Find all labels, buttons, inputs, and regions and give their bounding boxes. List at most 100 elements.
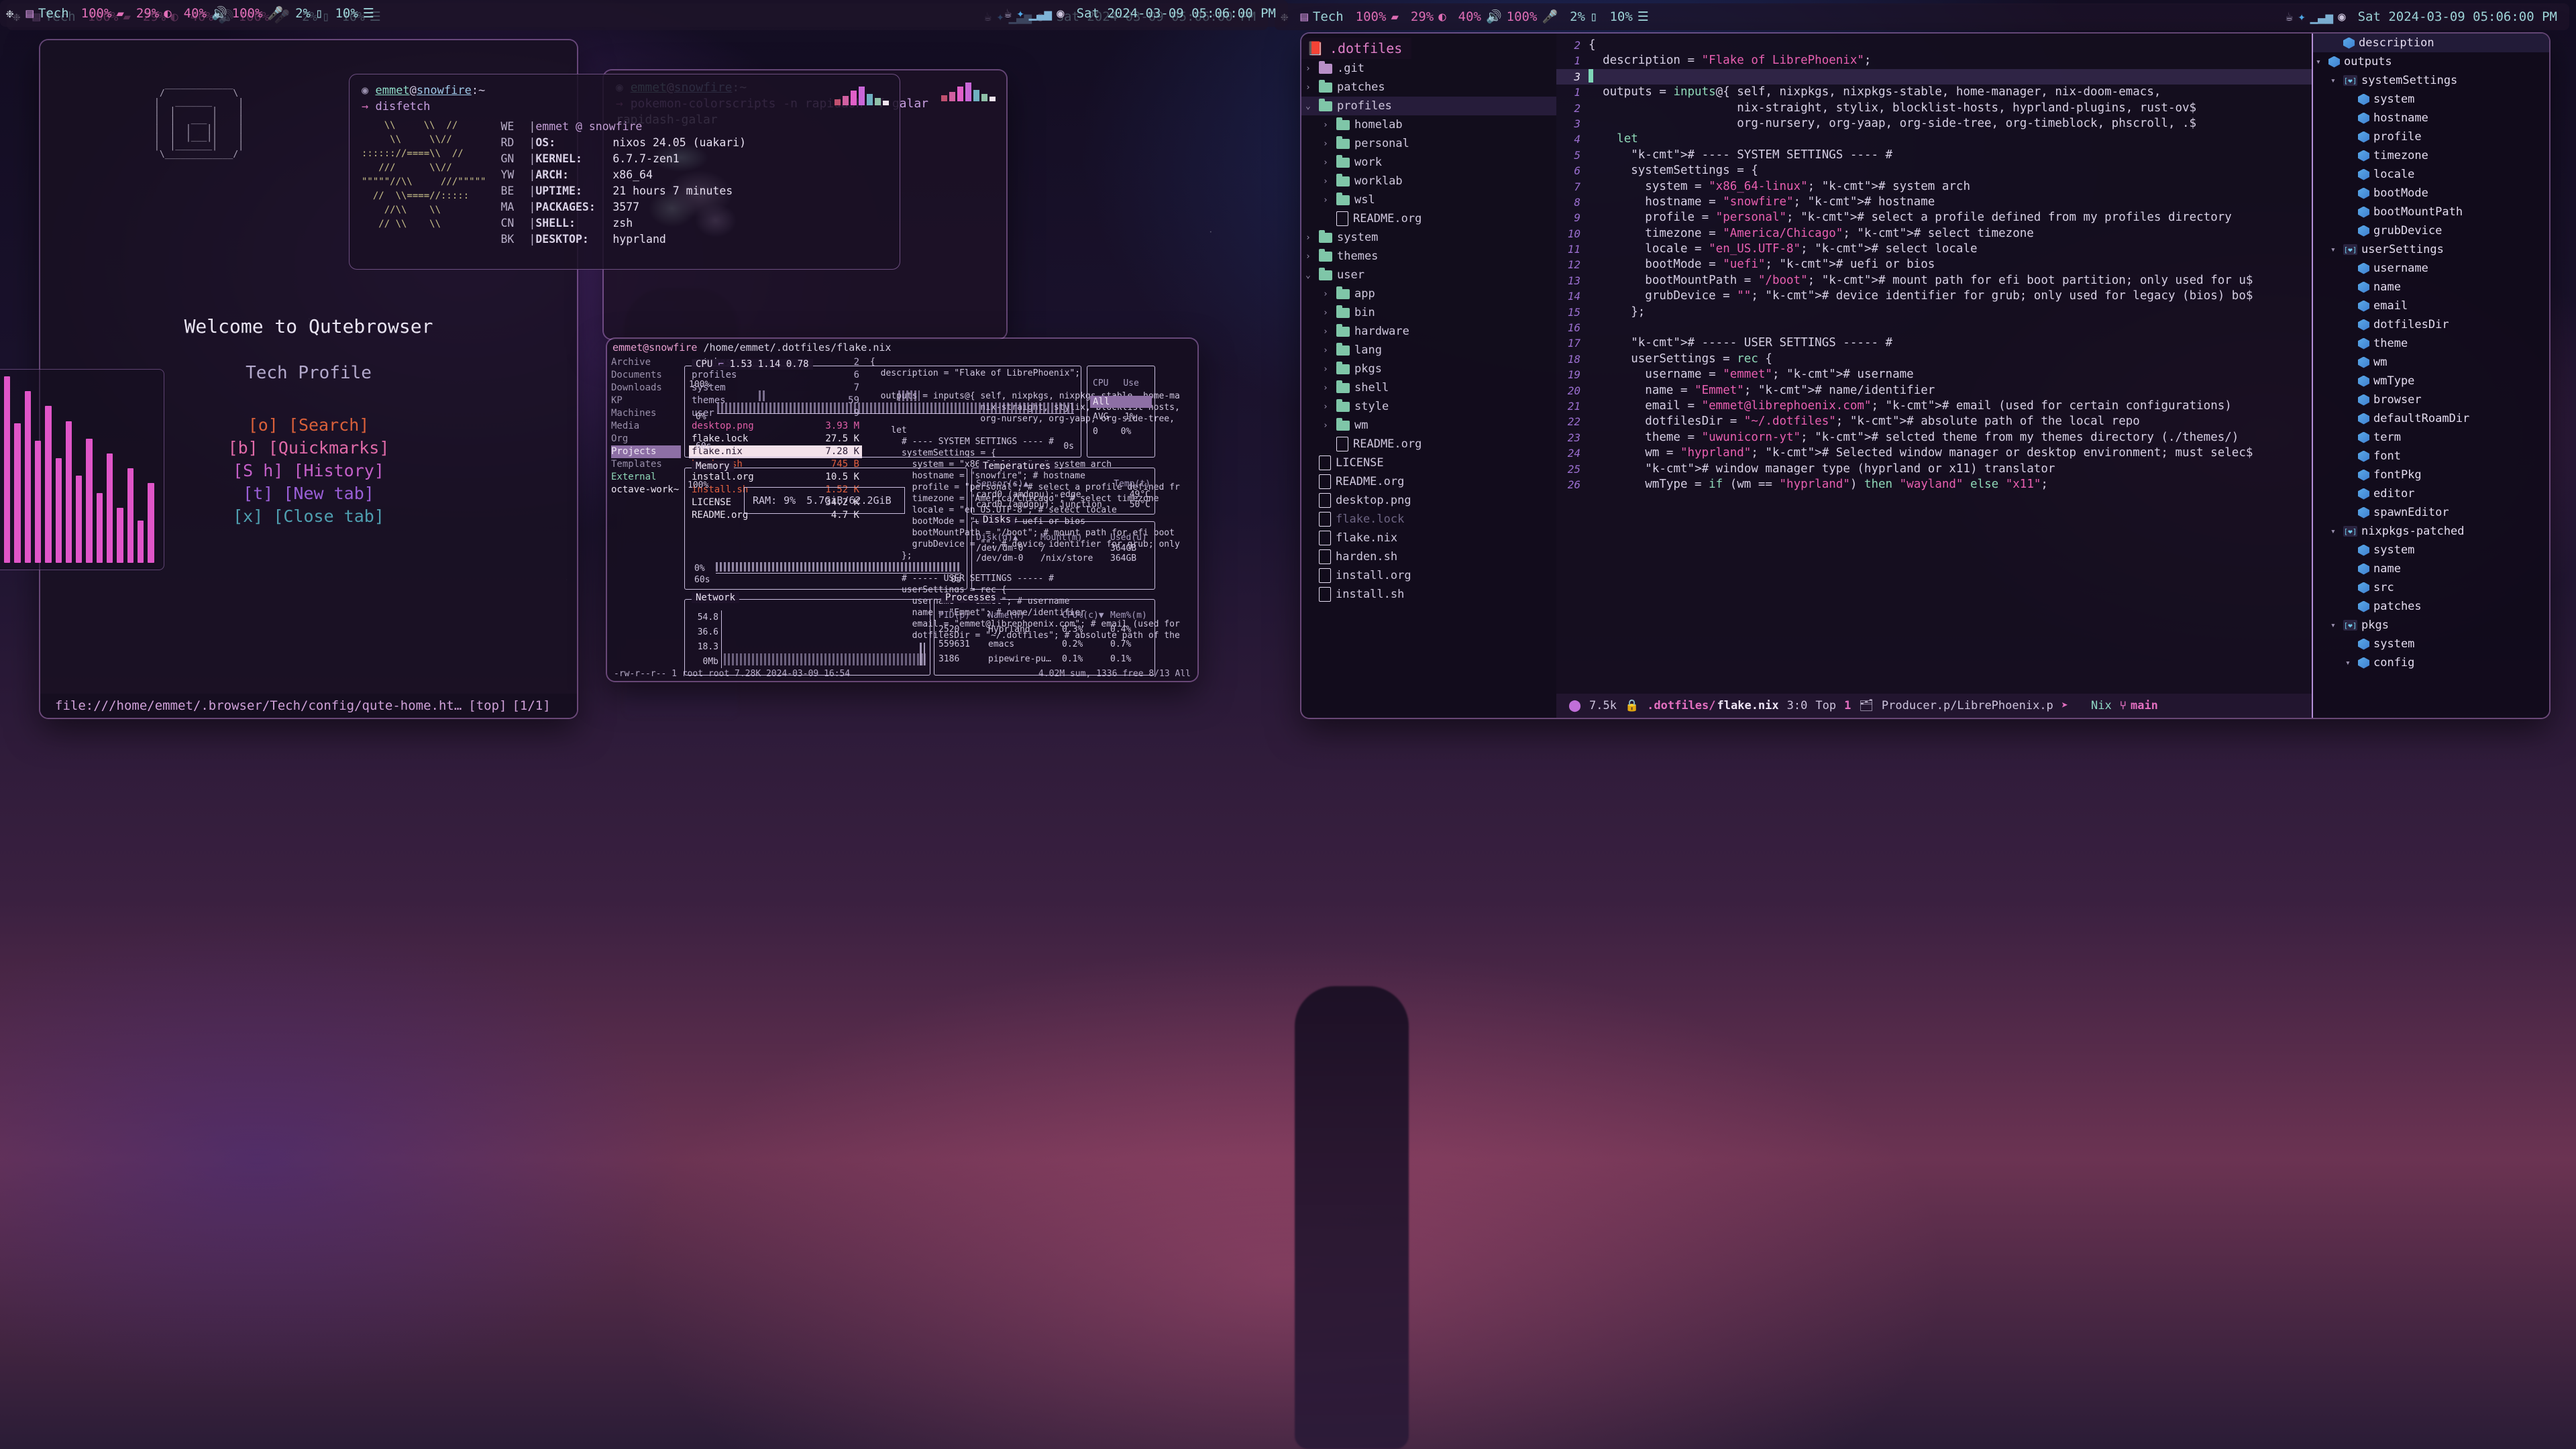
imenu-node[interactable]: font [2313, 447, 2549, 466]
treemacs-node[interactable]: › homelab [1301, 115, 1556, 134]
ranger-parent-item[interactable]: Media [611, 420, 681, 433]
chevron-icon[interactable]: ▾ [2330, 76, 2339, 86]
code-line[interactable]: 1 description = "Flake of LibrePhoenix"; [1556, 53, 2312, 68]
imenu-node[interactable]: wmType [2313, 372, 2549, 390]
memory-widget-2[interactable]: 10% ☰ [1603, 9, 1654, 24]
chevron-icon[interactable]: ▾ [2330, 527, 2339, 537]
treemacs-node[interactable]: desktop.png [1301, 491, 1556, 510]
chevron-icon[interactable]: › [1323, 289, 1332, 299]
cpu-widget-3[interactable]: 2% ▯ [289, 6, 329, 21]
treemacs-node[interactable]: › shell [1301, 378, 1556, 397]
imenu-node[interactable]: hostname [2313, 109, 2549, 127]
battery-widget-3[interactable]: 100% ▰ [75, 6, 130, 21]
chevron-icon[interactable]: › [1323, 158, 1332, 168]
volume-widget-3[interactable]: 40% 🔊 100% 🎤 [178, 6, 289, 21]
imenu-node[interactable]: locale [2313, 165, 2549, 184]
code-line[interactable]: 11 locale = "en_US.UTF-8"; "k-cmt"># sel… [1556, 241, 2312, 257]
treemacs-node-list[interactable]: › .git › patches ⌄ profiles › homelab › personal ›… [1301, 59, 1556, 604]
chevron-icon[interactable]: › [1323, 176, 1332, 186]
ranger-parent-item[interactable]: Documents [611, 369, 681, 382]
chevron-icon[interactable]: › [1323, 327, 1332, 337]
treemacs-node[interactable]: install.org [1301, 566, 1556, 585]
ranger-parent-item[interactable]: Machines [611, 407, 681, 420]
chevron-icon[interactable]: › [1305, 83, 1314, 93]
code-line[interactable]: 25 "k-cmt"># window manager type (hyprla… [1556, 462, 2312, 477]
treemacs-node[interactable]: flake.nix [1301, 529, 1556, 547]
imenu-node[interactable]: ▾ [❤] systemSettings [2313, 71, 2549, 90]
imenu-node[interactable]: system [2313, 635, 2549, 653]
treemacs-node[interactable]: › work [1301, 153, 1556, 172]
chevron-icon[interactable]: › [1323, 383, 1332, 393]
imenu-node[interactable]: theme [2313, 334, 2549, 353]
code-line[interactable]: 3 org-nursery, org-yaap, org-side-tree, … [1556, 116, 2312, 131]
chevron-icon[interactable]: ▾ [2316, 57, 2324, 67]
code-line[interactable]: 20 name = "Emmet"; "k-cmt"># name/identi… [1556, 383, 2312, 398]
btop-disks-panel[interactable]: Disks Disk(d)▲ Mount(m) Used(u) /dev/dm-… [971, 515, 1155, 590]
treemacs-node[interactable]: install.sh [1301, 585, 1556, 604]
brightness-widget-2[interactable]: 29% ◐ [1405, 9, 1452, 24]
treemacs-node[interactable]: README.org [1301, 435, 1556, 453]
ranger-parent-item[interactable]: Archive [611, 356, 681, 369]
imenu-node[interactable]: src [2313, 578, 2549, 597]
treemacs-node[interactable]: LICENSE [1301, 453, 1556, 472]
treemacs-project-title[interactable]: 📕 .dotfiles [1301, 38, 1412, 59]
btop-memory-panel[interactable]: Memory 100% 0% RAM: 9% 5.7GiB/62.2GiB 60… [684, 461, 967, 590]
btop-system-monitor[interactable]: CPU ⌐ 1.53 1.14 0.78 100% 0% 60s 0s CPU … [684, 359, 1181, 701]
code-line[interactable]: 23 theme = "uwunicorn-yt"; "k-cmt"># sel… [1556, 430, 2312, 445]
treemacs-node[interactable]: harden.sh [1301, 547, 1556, 566]
code-line[interactable]: 26 wmType = if (wm == "hyprland") then "… [1556, 477, 2312, 492]
chevron-icon[interactable]: › [1323, 195, 1332, 205]
imenu-node[interactable]: ▾ outputs [2313, 52, 2549, 71]
imenu-node[interactable]: wm [2313, 353, 2549, 372]
ranger-parent-item[interactable]: Templates [611, 458, 681, 471]
code-line[interactable]: 4 let [1556, 131, 2312, 147]
code-line[interactable]: 14 grubDevice = ""; "k-cmt"># device ide… [1556, 288, 2312, 304]
code-line[interactable]: 21 email = "emmet@librephoenix.com"; "k-… [1556, 398, 2312, 414]
workspace-indicator-3[interactable]: ▤ Tech [19, 6, 74, 21]
imenu-node[interactable]: bootMountPath [2313, 203, 2549, 221]
treemacs-node[interactable]: › pkgs [1301, 360, 1556, 378]
chevron-icon[interactable]: ⌄ [1305, 101, 1314, 111]
imenu-node[interactable]: profile [2313, 127, 2549, 146]
imenu-node[interactable]: term [2313, 428, 2549, 447]
emacs-code-lines[interactable]: 2{1 description = "Flake of LibrePhoenix… [1556, 34, 2312, 492]
treemacs-node[interactable]: flake.lock [1301, 510, 1556, 529]
code-line[interactable]: 17 "k-cmt"># ----- USER SETTINGS ----- # [1556, 335, 2312, 351]
btop-cpu-use-panel[interactable]: CPU Use All AVG 1% 0 0% [1087, 366, 1155, 458]
nix-logo-3[interactable]: ❉ [0, 7, 19, 20]
code-line[interactable]: 9 profile = "personal"; "k-cmt"># select… [1556, 210, 2312, 225]
code-line[interactable]: 15 }; [1556, 305, 2312, 320]
brightness-widget-3[interactable]: 29% ◐ [130, 6, 178, 21]
workspace-indicator-2[interactable]: ▤ Tech [1294, 9, 1349, 24]
imenu-node[interactable]: email [2313, 297, 2549, 315]
signal-icon-2[interactable]: ▁▃▅ [2310, 10, 2333, 23]
code-line[interactable]: 5 "k-cmt"># ---- SYSTEM SETTINGS ---- # [1556, 148, 2312, 163]
imenu-node[interactable]: system [2313, 541, 2549, 559]
tray-icons-3[interactable]: ☕ ✦ ▁▃▅ ◉ [998, 7, 1071, 20]
emacs-code-buffer[interactable]: 2{1 description = "Flake of LibrePhoenix… [1556, 34, 2312, 718]
btop-cpu-panel[interactable]: CPU ⌐ 1.53 1.14 0.78 100% 0% 60s 0s [684, 359, 1081, 458]
treemacs-node[interactable]: › bin [1301, 303, 1556, 322]
treemacs-node[interactable]: › app [1301, 284, 1556, 303]
imenu-sidebar[interactable]: description ▾ outputs ▾ [❤] systemSettings sys… [2312, 34, 2549, 718]
chevron-icon[interactable]: › [1305, 233, 1314, 243]
cpu-use-selected[interactable]: All [1090, 396, 1152, 408]
imenu-node[interactable]: description [2313, 34, 2549, 52]
imenu-node[interactable]: name [2313, 278, 2549, 297]
treemacs-node[interactable]: › style [1301, 397, 1556, 416]
imenu-node[interactable]: system [2313, 90, 2549, 109]
code-line[interactable]: 2 nix-straight, stylix, blocklist-hosts,… [1556, 101, 2312, 116]
chevron-icon[interactable]: › [1305, 64, 1314, 74]
treemacs-node[interactable]: › .git [1301, 59, 1556, 78]
code-line[interactable]: 19 username = "emmet"; "k-cmt"># usernam… [1556, 367, 2312, 382]
code-line[interactable]: 22 dotfilesDir = "~/.dotfiles"; "k-cmt">… [1556, 414, 2312, 429]
process-row[interactable]: 2520 Hyprland 0.3% 0.4% [938, 623, 1150, 637]
code-line[interactable]: 2{ [1556, 38, 2312, 53]
battery-widget-2[interactable]: 100% ▰ [1350, 9, 1405, 24]
clock-monitor-2[interactable]: Sat 2024-03-09 05:06:00 PM [2352, 9, 2569, 24]
imenu-node[interactable]: editor [2313, 484, 2549, 503]
clock-monitor-3[interactable]: Sat 2024-03-09 05:06:00 PM [1071, 6, 1288, 21]
chevron-icon[interactable]: › [1323, 421, 1332, 431]
ranger-parent-item[interactable]: Downloads [611, 382, 681, 394]
disc-icon-2[interactable]: ◉ [2338, 10, 2345, 23]
